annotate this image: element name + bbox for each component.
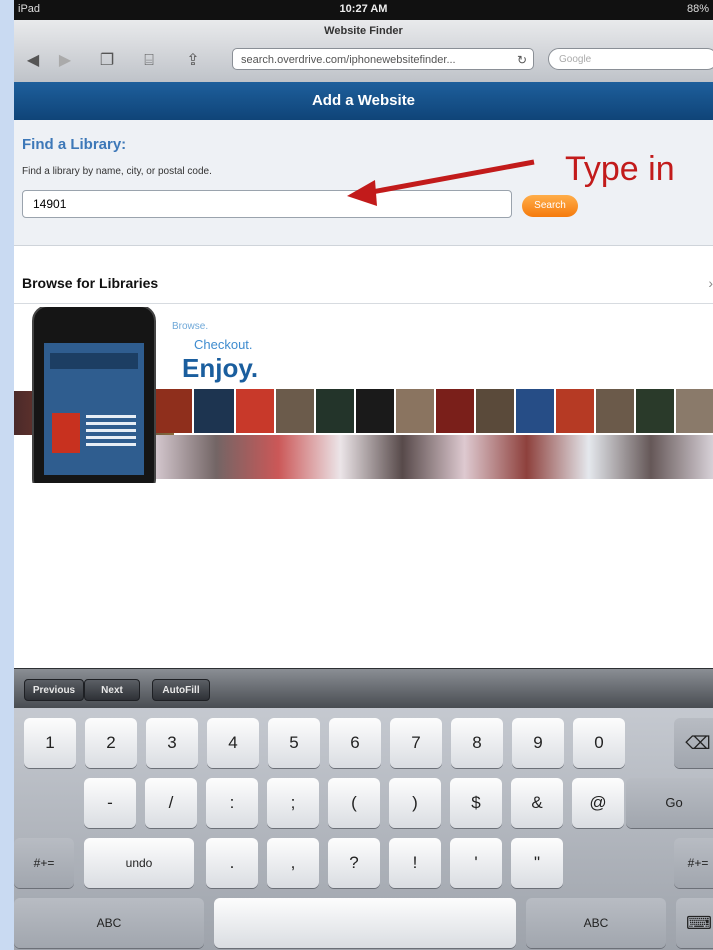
row1-key[interactable]: 5 <box>268 718 320 768</box>
site-header: Add a Website <box>14 82 713 120</box>
book-cover <box>276 389 314 433</box>
phone-player-bar <box>50 353 138 369</box>
undo-key[interactable]: undo <box>84 838 194 888</box>
numeric-keyboard: ⌫ Go #+= undo #+= ABC ABC ⌨ 1 2 3 4 5 6 7 8 9 0 - /… <box>14 708 713 950</box>
phone-screen <box>44 343 144 475</box>
chevron-right-icon: › <box>708 275 713 291</box>
row2-key[interactable]: ; <box>267 778 319 828</box>
promo-enjoy-text: Enjoy. <box>182 353 259 383</box>
go-key[interactable]: Go <box>626 778 713 828</box>
row3-key[interactable]: . <box>206 838 258 888</box>
delete-key[interactable]: ⌫ <box>674 718 713 768</box>
browse-libraries-label: Browse for Libraries <box>22 275 159 291</box>
row1-key[interactable]: 6 <box>329 718 381 768</box>
row2-key[interactable]: & <box>511 778 563 828</box>
book-cover <box>636 389 674 433</box>
row1-key[interactable]: 9 <box>512 718 564 768</box>
book-cover <box>516 389 554 433</box>
tabs-icon[interactable]: ❐ <box>96 50 118 72</box>
ipad-screen: iPad 10:27 AM 88% Website Finder ◀ ▶ ❐ ⌸… <box>14 0 713 950</box>
phone-text-lines <box>86 415 136 449</box>
row3-key[interactable]: " <box>511 838 563 888</box>
book-cover <box>356 389 394 433</box>
next-button[interactable]: Next <box>84 679 140 701</box>
abc-key-left[interactable]: ABC <box>14 898 204 948</box>
forward-arrow-icon[interactable]: ▶ <box>54 50 76 72</box>
annotation-text: Type in <box>565 150 675 188</box>
form-assistant-bar: Previous Next AutoFill <box>14 668 713 709</box>
row1-key[interactable]: 3 <box>146 718 198 768</box>
url-field[interactable]: search.overdrive.com/iphonewebsitefinder… <box>232 48 534 70</box>
find-library-heading: Find a Library: <box>22 136 127 153</box>
row2-key[interactable]: / <box>145 778 197 828</box>
row2-key[interactable]: $ <box>450 778 502 828</box>
row1-key[interactable]: 4 <box>207 718 259 768</box>
book-cover <box>236 389 274 433</box>
status-bar: iPad 10:27 AM 88% <box>14 0 713 20</box>
row2-key[interactable]: : <box>206 778 258 828</box>
annotation-arrow <box>347 159 535 206</box>
clock: 10:27 AM <box>339 3 388 15</box>
symbols-key-right[interactable]: #+= <box>674 838 713 888</box>
previous-button[interactable]: Previous <box>24 679 84 701</box>
row2-key[interactable]: - <box>84 778 136 828</box>
row3-key[interactable]: , <box>267 838 319 888</box>
promo-checkout-text: Checkout. <box>194 337 253 352</box>
browser-toolbar: Website Finder ◀ ▶ ❐ ⌸ ⇪ search.overdriv… <box>14 20 713 83</box>
battery-level: 88% <box>686 3 709 15</box>
share-icon[interactable]: ⇪ <box>182 50 204 72</box>
book-cover <box>676 389 713 433</box>
row1-key[interactable]: 0 <box>573 718 625 768</box>
back-arrow-icon[interactable]: ◀ <box>22 50 44 72</box>
book-cover <box>436 389 474 433</box>
book-cover <box>154 435 713 479</box>
book-cover <box>194 389 234 433</box>
url-text: search.overdrive.com/iphonewebsitefinder… <box>241 54 456 66</box>
browse-libraries-row[interactable]: Browse for Libraries › <box>14 261 713 304</box>
row2-key[interactable]: ( <box>328 778 380 828</box>
symbols-key-left[interactable]: #+= <box>14 838 74 888</box>
phone-image <box>32 307 156 483</box>
find-library-instructions: Find a library by name, city, or postal … <box>22 166 212 177</box>
row1-key[interactable]: 1 <box>24 718 76 768</box>
hide-keyboard-icon[interactable]: ⌨ <box>676 898 713 948</box>
search-input[interactable]: Google <box>548 48 713 70</box>
book-cover <box>396 389 434 433</box>
page-title: Website Finder <box>324 25 403 37</box>
autofill-button[interactable]: AutoFill <box>152 679 210 701</box>
row1-key[interactable]: 2 <box>85 718 137 768</box>
abc-key-right[interactable]: ABC <box>526 898 666 948</box>
bookmarks-icon[interactable]: ⌸ <box>138 50 160 72</box>
row1-key[interactable]: 7 <box>390 718 442 768</box>
row3-key[interactable]: ' <box>450 838 502 888</box>
reload-icon[interactable]: ↻ <box>517 49 527 71</box>
phone-book-cover <box>52 413 80 453</box>
book-cover <box>154 389 192 433</box>
row2-key[interactable]: @ <box>572 778 624 828</box>
book-cover <box>596 389 634 433</box>
book-cover <box>476 389 514 433</box>
promo-browse-text: Browse. <box>172 321 209 332</box>
row3-key[interactable]: ? <box>328 838 380 888</box>
book-cover <box>316 389 354 433</box>
space-key[interactable] <box>214 898 516 948</box>
book-cover <box>556 389 594 433</box>
row1-key[interactable]: 8 <box>451 718 503 768</box>
row2-key[interactable]: ) <box>389 778 441 828</box>
row3-key[interactable]: ! <box>389 838 441 888</box>
promo-banner[interactable]: Browse. Checkout. Enjoy. <box>14 307 713 483</box>
